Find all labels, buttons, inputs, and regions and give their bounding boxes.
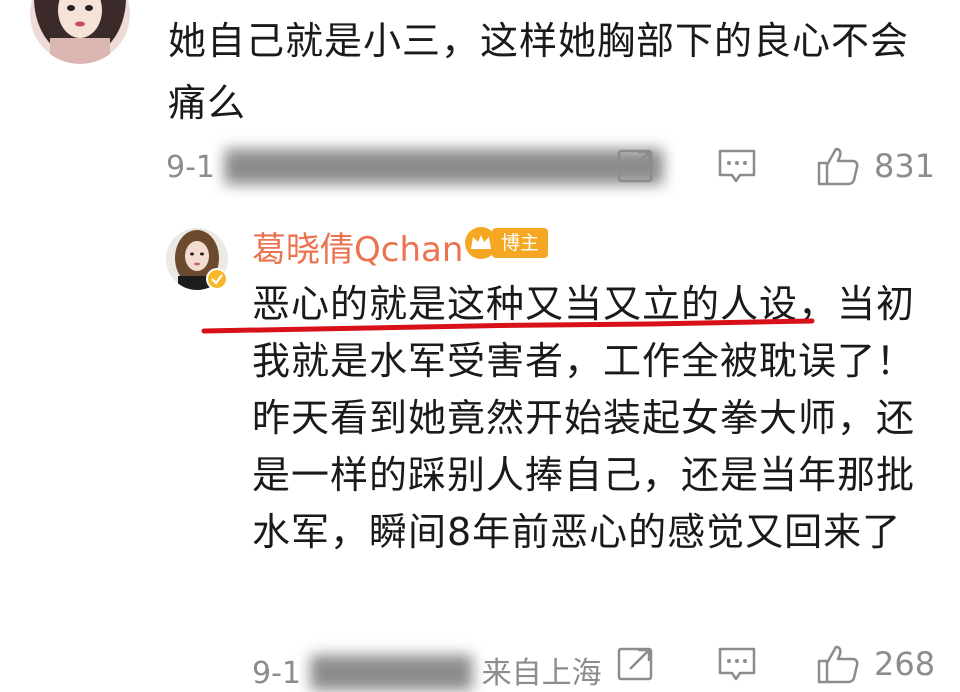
- like-count: 831: [874, 147, 936, 185]
- like-icon: [817, 147, 859, 186]
- share-button[interactable]: [616, 147, 656, 185]
- highlight-underline: [201, 318, 815, 334]
- comment-icon: [718, 149, 756, 183]
- reply-like-count: 268: [874, 645, 936, 683]
- reply-button[interactable]: [716, 147, 758, 187]
- author-badge: 博主: [464, 226, 549, 260]
- verified-icon: [206, 268, 228, 290]
- comment-icon: [718, 647, 756, 681]
- reply-location: 来自上海: [481, 656, 602, 691]
- commenter-avatar[interactable]: [30, 0, 130, 64]
- reply-date: 9-1: [252, 656, 301, 691]
- comment-meta-blurred: ███████████████████: [224, 150, 663, 185]
- reply-meta-blurred: ███████: [310, 656, 473, 691]
- reply-like-button[interactable]: 268: [816, 643, 935, 685]
- badge-label: 博主: [492, 228, 549, 258]
- share-icon: [617, 647, 653, 681]
- like-button[interactable]: 831: [816, 145, 935, 187]
- comment-date: 9-1: [166, 150, 215, 185]
- comment-text: 她自己就是小三，这样她胸部下的良心不会痛么: [168, 19, 910, 125]
- reply-comment-button[interactable]: [716, 645, 758, 685]
- reply-meta: 9-1 ███████ 来自上海: [252, 648, 602, 692]
- reply-share-button[interactable]: [616, 645, 656, 683]
- share-icon: [617, 149, 653, 183]
- author-name[interactable]: 葛晓倩Qchan: [252, 222, 463, 271]
- like-icon: [817, 645, 859, 684]
- comment-meta: 9-1 ███████████████████: [166, 150, 663, 185]
